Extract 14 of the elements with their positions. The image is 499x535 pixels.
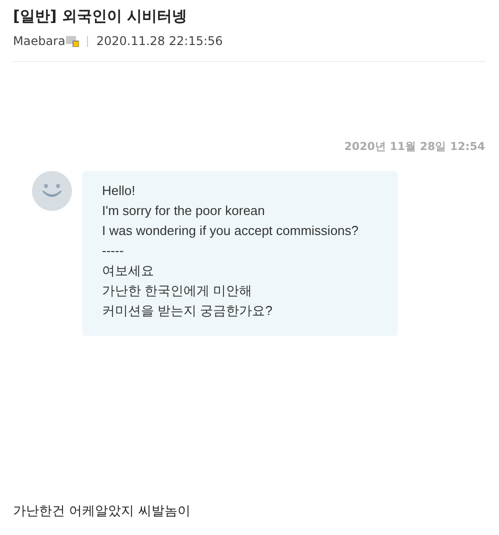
message-line: I was wondering if you accept commissions?: [102, 222, 360, 240]
avatar-icon: [32, 170, 72, 210]
comment-text: 가난한건 어케알았지 씨발놈이: [13, 503, 190, 521]
message-line: 커미션을 받는지 궁금한가요?: [102, 302, 274, 320]
user-badge-icon: [66, 36, 80, 46]
post-title: [일반] 외국인이 시비터넹: [13, 6, 188, 27]
post-datetime: 2020.11.28 22:15:56: [96, 33, 223, 49]
message-line: 가난한 한국인에게 미안해: [102, 282, 254, 300]
message-timestamp: 2020년 11월 28일 12:54: [344, 139, 485, 155]
message-line: -----: [102, 242, 125, 260]
message-line: I'm sorry for the poor korean: [102, 202, 266, 220]
message-line: Hello!: [102, 182, 136, 200]
message-line: 여보세요: [102, 262, 155, 280]
author-name[interactable]: Maebara: [13, 33, 66, 49]
